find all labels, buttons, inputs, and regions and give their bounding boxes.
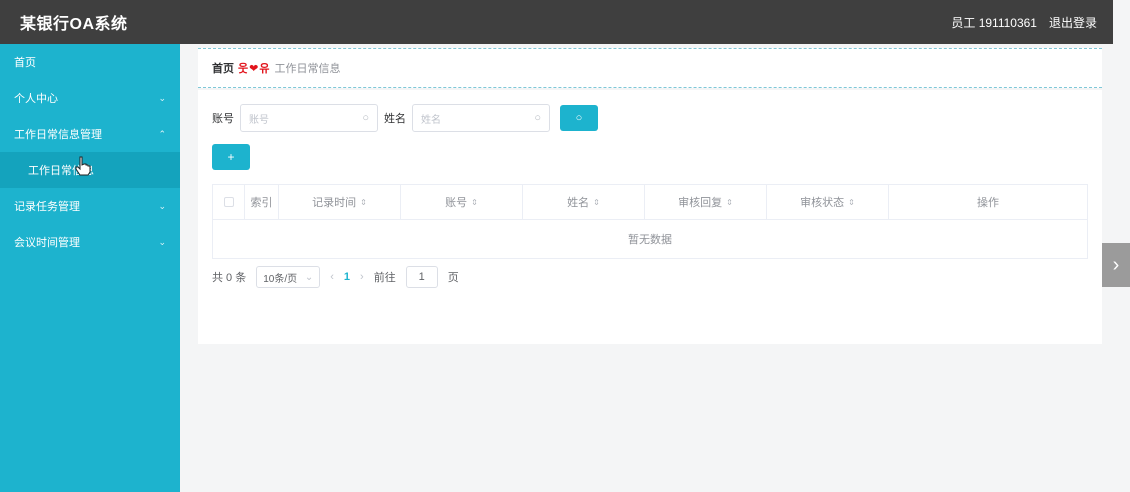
account-placeholder: 账号 bbox=[249, 114, 269, 126]
user-area: 员工 191110361 退出登录 bbox=[951, 14, 1097, 31]
search-icon: ○ bbox=[575, 112, 583, 124]
chevron-up-icon: ⌃ bbox=[158, 128, 166, 139]
search-form: 账号 账号 ○ 姓名 姓名 ○ ○ bbox=[212, 104, 598, 132]
sidebar-item-label: 记录任务管理 bbox=[14, 201, 80, 213]
chevron-down-icon: ⌄ bbox=[158, 200, 166, 211]
col-header-review-reply[interactable]: 审核回复 ⇕ bbox=[645, 185, 767, 219]
sidebar-item-task-records[interactable]: 记录任务管理 ⌄ bbox=[0, 188, 180, 224]
col-label: 姓名 bbox=[567, 197, 590, 209]
list-panel: 账号 账号 ○ 姓名 姓名 ○ ○ + 索引 记录时间 ⇕ 账号 ⇕ 姓名 ⇕ … bbox=[198, 90, 1102, 344]
col-label: 账号 bbox=[445, 197, 468, 209]
table-header: 索引 记录时间 ⇕ 账号 ⇕ 姓名 ⇕ 审核回复 ⇕ 审核状态 ⇕ 操作 bbox=[213, 185, 1087, 220]
sort-icon[interactable]: ⇕ bbox=[360, 198, 367, 207]
chevron-down-icon: ⌄ bbox=[158, 236, 166, 247]
page-suffix: 页 bbox=[447, 272, 459, 284]
page-number-current[interactable]: 1 bbox=[344, 271, 350, 283]
breadcrumb-home[interactable]: 首页 bbox=[212, 60, 234, 76]
sidebar-item-label: 工作日常信息管理 bbox=[14, 129, 102, 141]
chevron-right-icon: › bbox=[1112, 253, 1120, 276]
next-page-button[interactable]: › bbox=[360, 271, 364, 283]
sidebar-item-label: 首页 bbox=[14, 57, 36, 69]
carousel-next-button[interactable]: › bbox=[1102, 243, 1130, 287]
page-size-value: 10条/页 bbox=[263, 273, 298, 285]
name-label: 姓名 bbox=[384, 113, 406, 125]
main-content: 首页 웃❤유 工作日常信息 账号 账号 ○ 姓名 姓名 ○ ○ + 索引 记录时… bbox=[198, 44, 1102, 492]
select-all-cell bbox=[213, 185, 245, 219]
sort-icon[interactable]: ⇕ bbox=[593, 198, 600, 207]
account-label: 账号 bbox=[212, 113, 234, 125]
empty-state: 暂无数据 bbox=[628, 234, 672, 246]
col-header-account[interactable]: 账号 ⇕ bbox=[401, 185, 523, 219]
app-title: 某银行OA系统 bbox=[20, 16, 128, 33]
user-label: 员工 191110361 bbox=[951, 15, 1037, 30]
col-header-review-status[interactable]: 审核状态 ⇕ bbox=[767, 185, 889, 219]
sidebar-item-label: 个人中心 bbox=[14, 93, 58, 105]
sidebar-item-personal-center[interactable]: 个人中心 ⌄ bbox=[0, 80, 180, 116]
col-header-name[interactable]: 姓名 ⇕ bbox=[523, 185, 645, 219]
col-label: 记录时间 bbox=[312, 197, 357, 209]
account-input[interactable]: 账号 ○ bbox=[240, 104, 378, 132]
goto-page-value: 1 bbox=[418, 271, 425, 283]
total-count: 共 0 条 bbox=[212, 272, 247, 284]
prev-page-button[interactable]: ‹ bbox=[330, 271, 334, 283]
sidebar-item-label: 会议时间管理 bbox=[14, 237, 80, 249]
add-button[interactable]: + bbox=[212, 144, 250, 170]
hand-cursor-icon bbox=[75, 156, 91, 176]
name-input[interactable]: 姓名 ○ bbox=[412, 104, 550, 132]
chevron-down-icon: ⌄ bbox=[304, 271, 314, 283]
search-icon: ○ bbox=[534, 112, 541, 124]
goto-label: 前往 bbox=[373, 272, 396, 284]
col-label: 审核回复 bbox=[678, 197, 723, 209]
col-label: 索引 bbox=[250, 197, 273, 209]
col-label: 操作 bbox=[977, 197, 999, 209]
col-header-record-time[interactable]: 记录时间 ⇕ bbox=[279, 185, 401, 219]
sidebar: 首页 个人中心 ⌄ 工作日常信息管理 ⌃ 工作日常信息 记录任务管理 ⌄ 会议时… bbox=[0, 44, 180, 492]
search-button[interactable]: ○ bbox=[560, 105, 598, 131]
plus-icon: + bbox=[227, 150, 235, 164]
sidebar-item-home[interactable]: 首页 bbox=[0, 44, 180, 80]
pagination: 共 0 条 10条/页 ⌄ ‹ 1 › 前往 1 页 bbox=[212, 266, 459, 288]
goto-page-input[interactable]: 1 bbox=[405, 266, 438, 288]
sidebar-item-daily-work-management[interactable]: 工作日常信息管理 ⌃ bbox=[0, 116, 180, 152]
col-header-actions: 操作 bbox=[889, 185, 1087, 219]
page-size-select[interactable]: 10条/页 ⌄ bbox=[256, 266, 321, 288]
top-bar: 某银行OA系统 员工 191110361 退出登录 bbox=[0, 0, 1113, 44]
logout-link[interactable]: 退出登录 bbox=[1049, 14, 1097, 31]
sidebar-item-meeting-time[interactable]: 会议时间管理 ⌄ bbox=[0, 224, 180, 260]
search-icon: ○ bbox=[362, 112, 369, 124]
col-label: 审核状态 bbox=[800, 197, 845, 209]
chevron-down-icon: ⌄ bbox=[158, 92, 166, 103]
name-placeholder: 姓名 bbox=[421, 114, 441, 126]
breadcrumb-current: 工作日常信息 bbox=[274, 63, 341, 75]
data-table: 索引 记录时间 ⇕ 账号 ⇕ 姓名 ⇕ 审核回复 ⇕ 审核状态 ⇕ 操作 暂无数… bbox=[212, 184, 1088, 259]
col-header-index: 索引 bbox=[245, 185, 279, 219]
breadcrumb-separator: 웃❤유 bbox=[238, 63, 271, 75]
sort-icon[interactable]: ⇕ bbox=[471, 198, 478, 207]
breadcrumb: 首页 웃❤유 工作日常信息 bbox=[198, 48, 1102, 88]
sort-icon[interactable]: ⇕ bbox=[848, 198, 855, 207]
select-all-checkbox[interactable] bbox=[223, 197, 234, 207]
sort-icon[interactable]: ⇕ bbox=[726, 198, 733, 207]
